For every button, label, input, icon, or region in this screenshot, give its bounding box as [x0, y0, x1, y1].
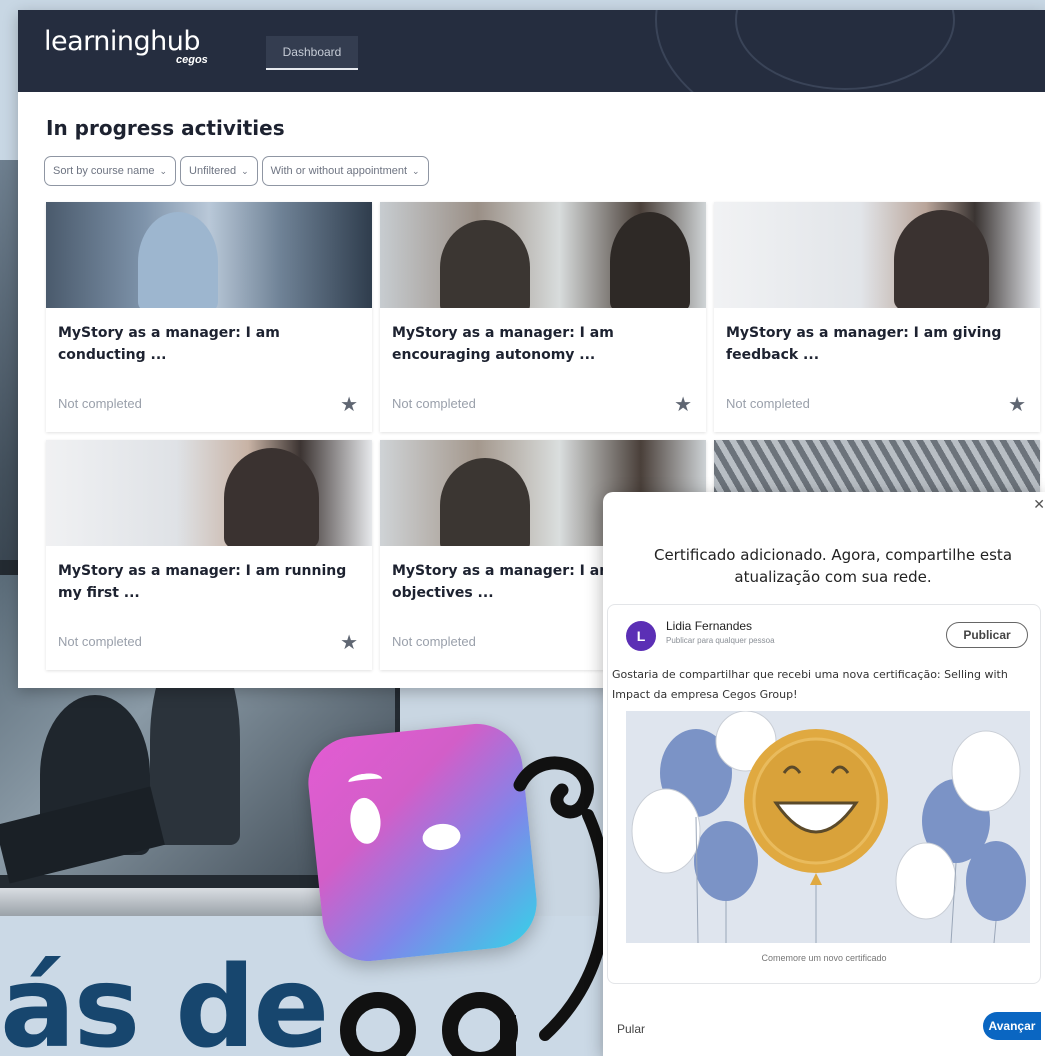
- course-status: Not completed: [58, 634, 142, 649]
- appointment-dropdown[interactable]: With or without appointment ⌄: [261, 156, 429, 186]
- filter-label: Unfiltered: [189, 165, 237, 177]
- scribble-decoration: [340, 756, 612, 1056]
- person-silhouette: [224, 448, 319, 546]
- app-logo-sub: cegos: [176, 54, 208, 66]
- star-icon[interactable]: ★: [340, 392, 358, 417]
- course-thumbnail: [46, 202, 372, 308]
- post-text[interactable]: Gostaria de compartilhar que recebi uma …: [612, 665, 1022, 705]
- chevron-down-icon: ⌄: [159, 165, 168, 176]
- post-preview: L Lidia Fernandes Publicar para qualquer…: [607, 604, 1041, 984]
- person-silhouette: [440, 220, 530, 308]
- filter-bar: Sort by course name ⌄ Unfiltered ⌄ With …: [44, 156, 429, 186]
- certificate-illustration: [626, 711, 1030, 943]
- star-icon[interactable]: ★: [340, 630, 358, 655]
- avatar: L: [626, 621, 656, 651]
- headline-text: ás de: [0, 943, 329, 1056]
- publish-button[interactable]: Publicar: [946, 622, 1028, 648]
- course-thumbnail: [46, 440, 372, 546]
- star-icon[interactable]: ★: [1008, 392, 1026, 417]
- person-silhouette: [610, 212, 690, 308]
- page-title: In progress activities: [46, 116, 285, 140]
- next-button[interactable]: Avançar: [983, 1012, 1041, 1040]
- course-card[interactable]: MyStory as a manager: I am running my fi…: [46, 440, 372, 670]
- sort-dropdown[interactable]: Sort by course name ⌄: [44, 156, 177, 186]
- chevron-down-icon: ⌄: [241, 165, 249, 176]
- share-certificate-modal: ✕ Certificado adicionado. Agora, compart…: [603, 492, 1045, 1056]
- person-silhouette: [894, 210, 989, 308]
- chevron-down-icon: ⌄: [412, 165, 420, 176]
- course-thumbnail: [714, 202, 1040, 308]
- modal-title: Certificado adicionado. Agora, compartil…: [653, 546, 1013, 586]
- close-icon[interactable]: ✕: [1033, 496, 1045, 513]
- course-card[interactable]: MyStory as a manager: I am encouraging a…: [380, 202, 706, 432]
- course-title: MyStory as a manager: I am giving feedba…: [726, 325, 1002, 363]
- course-status: Not completed: [58, 396, 142, 411]
- course-title: MyStory as a manager: I am running my fi…: [58, 563, 347, 601]
- course-thumbnail: [380, 202, 706, 308]
- illustration-caption: Comemore um novo certificado: [761, 953, 887, 963]
- course-card[interactable]: MyStory as a manager: I am giving feedba…: [714, 202, 1040, 432]
- app-header: learninghub cegos Dashboard: [18, 10, 1045, 92]
- star-icon[interactable]: ★: [674, 392, 692, 417]
- course-title: MyStory as a manager: I am encouraging a…: [392, 325, 614, 363]
- audience-label[interactable]: Publicar para qualquer pessoa: [666, 636, 775, 645]
- skip-button[interactable]: Pular: [617, 1022, 645, 1036]
- person-silhouette: [138, 212, 218, 308]
- person-silhouette: [440, 458, 530, 546]
- author-name: Lidia Fernandes: [666, 619, 753, 633]
- balloons-illustration: [626, 711, 1030, 943]
- tab-dashboard[interactable]: Dashboard: [266, 36, 358, 70]
- course-title: MyStory as a manager: I am conducting ..…: [58, 325, 280, 363]
- app-logo[interactable]: learninghub: [44, 26, 201, 57]
- appointment-label: With or without appointment: [270, 165, 408, 177]
- course-status: Not completed: [392, 634, 476, 649]
- course-status: Not completed: [726, 396, 810, 411]
- course-card[interactable]: MyStory as a manager: I am conducting ..…: [46, 202, 372, 432]
- course-status: Not completed: [392, 396, 476, 411]
- filter-dropdown[interactable]: Unfiltered ⌄: [180, 156, 258, 186]
- sort-label: Sort by course name: [53, 165, 155, 177]
